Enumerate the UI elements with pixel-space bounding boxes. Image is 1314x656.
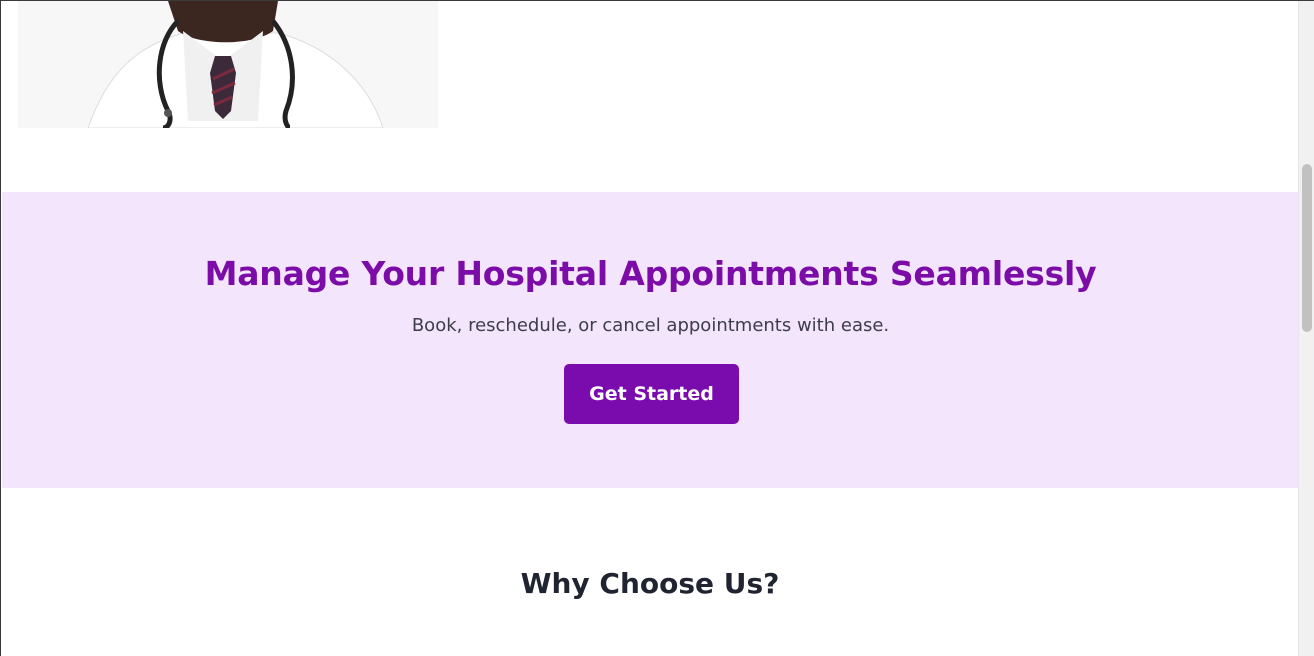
browser-viewport: Manage Your Hospital Appointments Seamle… (0, 0, 1314, 656)
scrollbar-thumb[interactable] (1302, 164, 1312, 332)
get-started-button[interactable]: Get Started (564, 364, 739, 424)
hero-section: Manage Your Hospital Appointments Seamle… (2, 192, 1299, 488)
hero-subtitle: Book, reschedule, or cancel appointments… (411, 315, 890, 336)
doctor-image (18, 1, 438, 128)
page-content: Manage Your Hospital Appointments Seamle… (1, 1, 1299, 656)
vertical-scrollbar[interactable] (1298, 1, 1314, 656)
why-choose-us-title: Why Choose Us? (520, 567, 780, 600)
hero-title: Manage Your Hospital Appointments Seamle… (204, 254, 1097, 293)
intro-text-fragment (465, 1, 645, 5)
doctor-illustration (18, 1, 438, 128)
